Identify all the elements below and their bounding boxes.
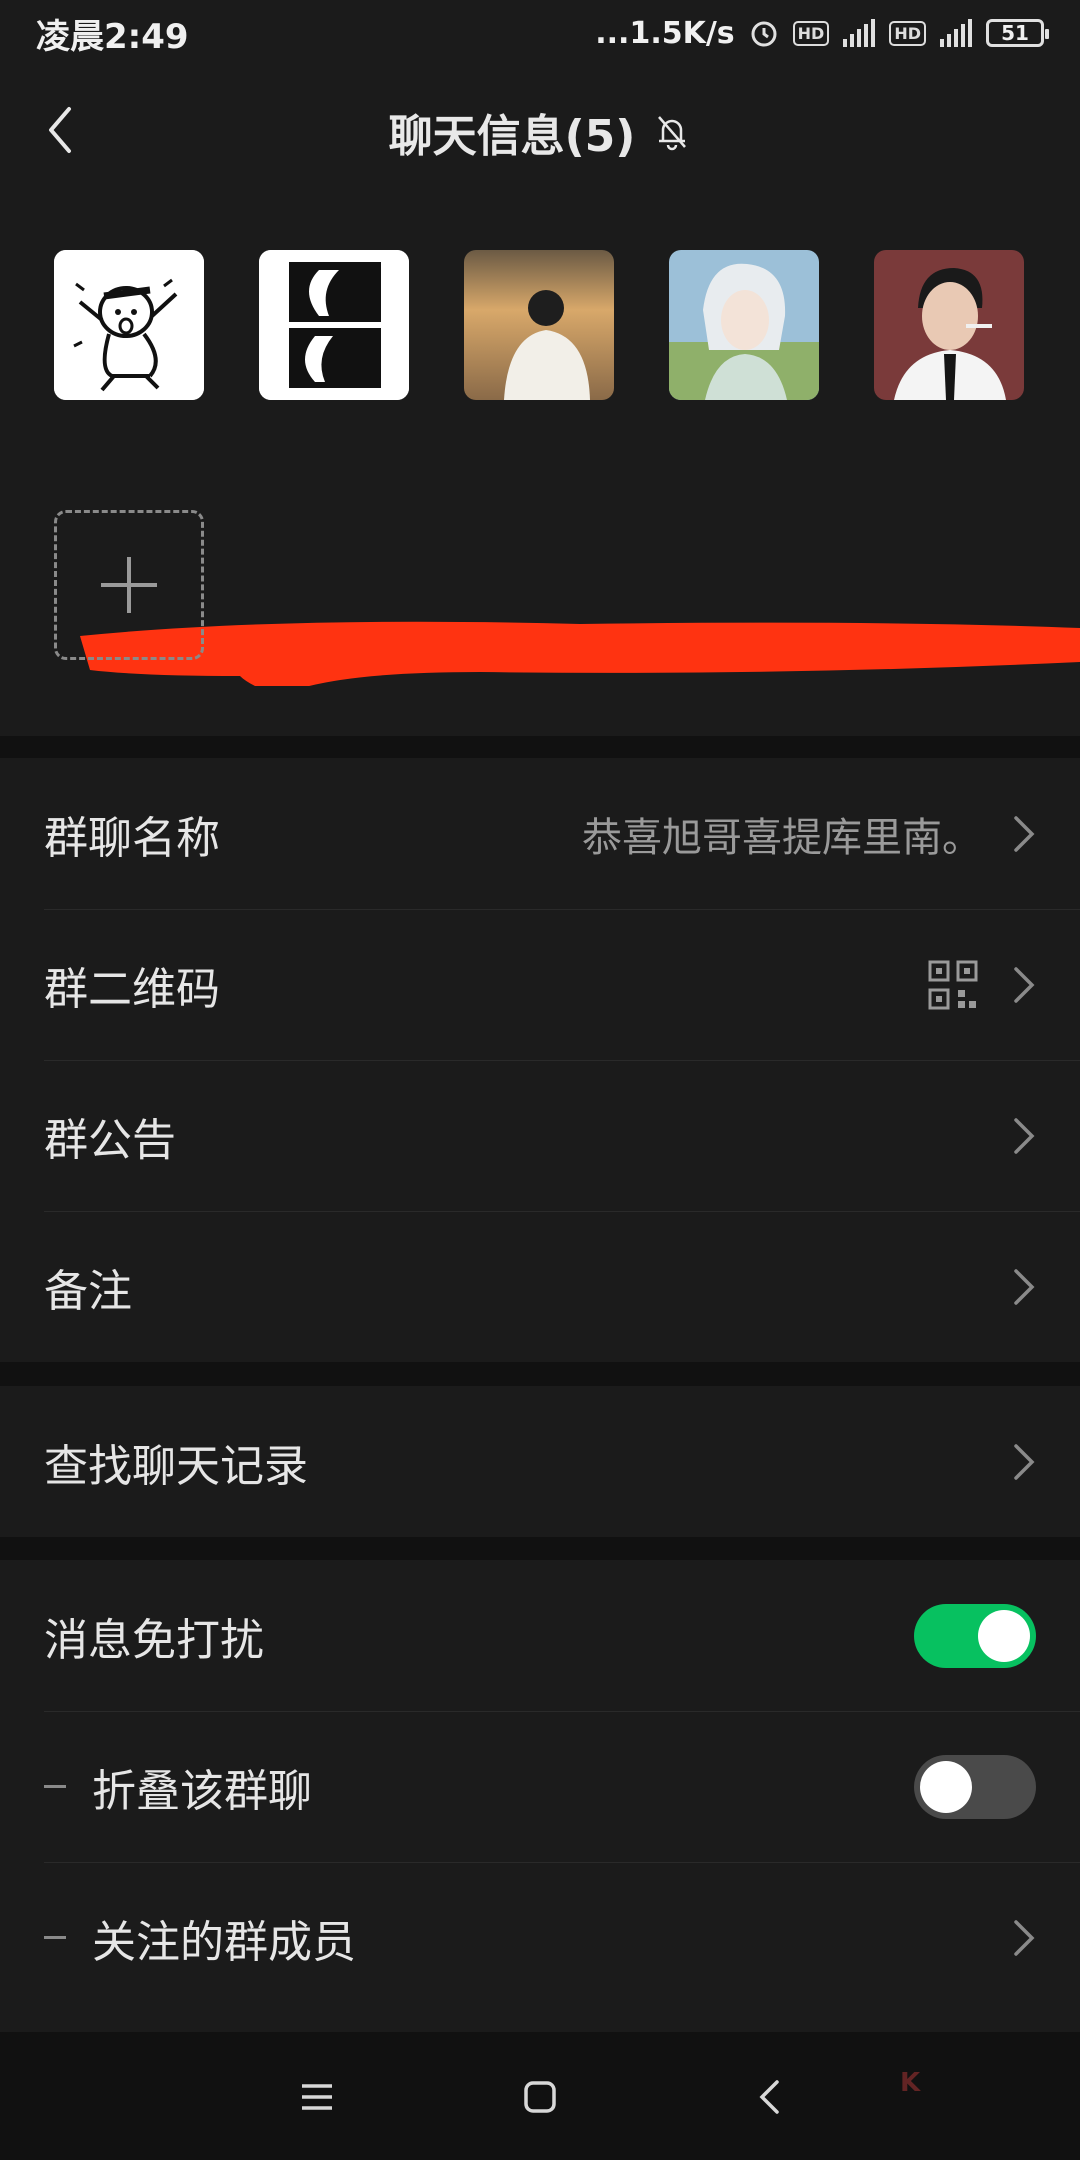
mute-toggle[interactable] — [914, 1603, 1036, 1668]
status-bar: 凌晨2:49 ...1.5K/s HD HD 51 — [0, 0, 1080, 66]
menu-icon — [302, 2084, 332, 2110]
group-name-label: 群聊名称 — [44, 812, 220, 864]
page-title: 聊天信息(5) — [0, 100, 1080, 164]
remark-row[interactable]: 备注 — [0, 1211, 1080, 1362]
member-avatar-5[interactable] — [874, 250, 1024, 400]
page-title-text: 聊天信息(5) — [388, 111, 636, 162]
search-history-row[interactable]: 查找聊天记录 — [0, 1386, 1080, 1537]
settings-group-info: 群聊名称 恭喜旭哥喜提库里南。 群二维码 群公告 备注 — [0, 758, 1080, 1362]
member-avatar-1[interactable] — [54, 250, 204, 400]
fold-chat-label-wrap: 折叠该群聊 — [44, 1755, 914, 1819]
alarm-icon — [751, 21, 777, 47]
plus-icon — [101, 557, 157, 613]
member-avatar-2[interactable] — [259, 250, 409, 400]
fold-chat-toggle[interactable] — [914, 1754, 1036, 1819]
chevron-right-icon — [1014, 1117, 1035, 1154]
remark-label: 备注 — [44, 1265, 132, 1317]
signal-icon — [843, 19, 876, 47]
redaction-mark — [80, 621, 1080, 686]
home-button[interactable] — [515, 2072, 565, 2122]
signal-icon-2 — [940, 19, 972, 47]
status-time: 凌晨2:49 — [36, 16, 189, 57]
followed-members-label-wrap: 关注的群成员 — [44, 1906, 1012, 1970]
group-name-value: 恭喜旭哥喜提库里南。 — [582, 814, 982, 861]
settings-group-notifications: 消息免打扰 折叠该群聊 关注的群成员 — [0, 1560, 1080, 2032]
hd-badge: HD — [792, 20, 830, 46]
group-name-row[interactable]: 群聊名称 恭喜旭哥喜提库里南。 — [0, 758, 1080, 909]
photo-avatar-icon — [669, 250, 819, 400]
muted-bell-icon — [658, 116, 687, 151]
toggle-knob — [920, 1760, 972, 1813]
battery-icon: 51 — [986, 19, 1049, 47]
system-back-button[interactable] — [744, 2072, 794, 2122]
photo-avatar-icon — [874, 250, 1024, 400]
member-avatar-3[interactable] — [464, 250, 614, 400]
fold-chat-label: 折叠该群聊 — [92, 1765, 312, 1817]
mute-label: 消息免打扰 — [44, 1614, 264, 1666]
photo-avatar-icon — [259, 250, 409, 400]
photo-avatar-icon — [464, 250, 614, 400]
indent-dash-icon — [44, 1785, 66, 1788]
mute-row: 消息免打扰 — [0, 1560, 1080, 1711]
header: 聊天信息(5) — [0, 66, 1080, 194]
cartoon-avatar-icon — [54, 250, 204, 400]
chevron-right-icon — [1014, 815, 1035, 852]
group-qr-row[interactable]: 群二维码 — [0, 909, 1080, 1060]
status-icons: ...1.5K/s HD HD 51 — [595, 15, 1049, 51]
followed-members-row[interactable]: 关注的群成员 — [0, 1862, 1080, 2013]
home-square-icon — [524, 2081, 556, 2113]
chevron-right-icon — [1014, 1268, 1035, 1305]
group-notice-row[interactable]: 群公告 — [0, 1060, 1080, 1211]
add-member-button[interactable] — [54, 510, 204, 660]
indent-dash-icon — [44, 1936, 66, 1939]
watermark-logo: K — [900, 2068, 921, 2098]
group-notice-label: 群公告 — [44, 1114, 176, 1166]
chevron-right-icon — [1014, 966, 1035, 1003]
back-triangle-icon — [759, 2080, 779, 2114]
network-speed: ...1.5K/s — [595, 15, 735, 51]
settings-group-search: 查找聊天记录 — [0, 1386, 1080, 1537]
search-history-label: 查找聊天记录 — [44, 1440, 308, 1492]
qr-code-icon — [928, 960, 978, 1009]
followed-members-label: 关注的群成员 — [92, 1916, 356, 1968]
menu-button[interactable] — [292, 2072, 342, 2122]
chevron-right-icon — [1014, 1443, 1035, 1480]
hd-badge-2: HD — [889, 20, 926, 46]
fold-chat-row: 折叠该群聊 — [0, 1711, 1080, 1862]
chevron-right-icon — [1014, 1919, 1035, 1956]
member-avatar-4[interactable] — [669, 250, 819, 400]
member-grid — [0, 194, 1080, 736]
toggle-knob — [978, 1609, 1030, 1662]
battery-level: 51 — [1001, 21, 1029, 45]
group-qr-label: 群二维码 — [44, 963, 220, 1015]
